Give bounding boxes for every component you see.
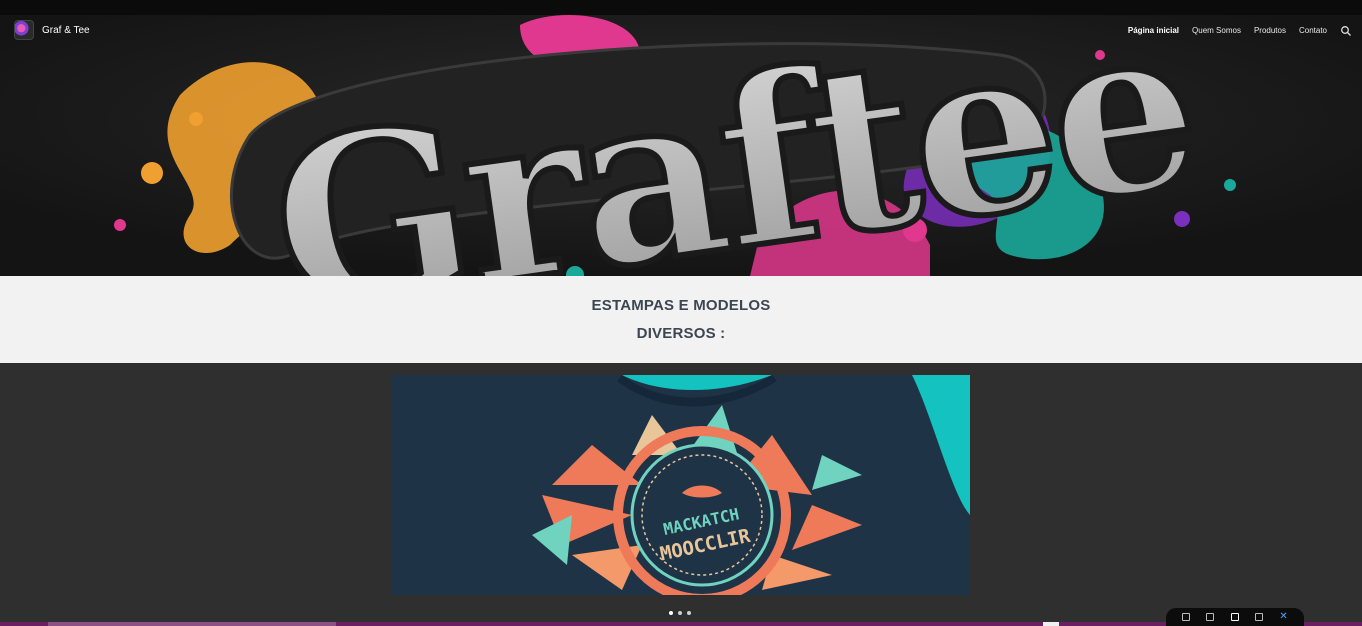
carousel-dot[interactable] bbox=[678, 611, 682, 615]
nav-item-produtos[interactable]: Produtos bbox=[1254, 26, 1286, 35]
section-title-line-1: ESTAMPAS E MODELOS bbox=[591, 297, 771, 314]
bottom-bar bbox=[0, 622, 1362, 626]
bottom-bar-segment bbox=[48, 622, 336, 626]
device-preview-toolbar: ✕ bbox=[1166, 608, 1304, 626]
bottom-bar-marker bbox=[1043, 622, 1059, 626]
section-title-band: ESTAMPAS E MODELOS DIVERSOS : bbox=[0, 276, 1362, 363]
nav-item-contato[interactable]: Contato bbox=[1299, 26, 1327, 35]
carousel-dots bbox=[669, 611, 691, 615]
gallery-slide[interactable]: MACKATCH MOOCCLIR bbox=[392, 375, 970, 595]
carousel-dot[interactable] bbox=[669, 611, 673, 615]
browser-top-strip bbox=[0, 0, 1362, 15]
close-icon[interactable]: ✕ bbox=[1279, 612, 1287, 622]
main-nav: Página inicial Quem Somos Produtos Conta… bbox=[1128, 24, 1352, 36]
nav-item-pagina-inicial[interactable]: Página inicial bbox=[1128, 26, 1179, 35]
nav-item-quem-somos[interactable]: Quem Somos bbox=[1192, 26, 1241, 35]
brand-name[interactable]: Graf & Tee bbox=[42, 25, 90, 36]
section-title-line-2: DIVERSOS : bbox=[636, 325, 726, 342]
search-icon[interactable] bbox=[1340, 24, 1352, 36]
mobile-view-icon[interactable] bbox=[1182, 613, 1191, 621]
brand-logo[interactable] bbox=[14, 20, 34, 40]
carousel-dot[interactable] bbox=[687, 611, 691, 615]
tablet-view-icon[interactable] bbox=[1206, 613, 1215, 621]
desktop-view-icon[interactable] bbox=[1230, 613, 1239, 621]
hero-graphic: Graftee bbox=[0, 15, 1362, 276]
site-header: Graf & Tee Página inicial Quem Somos Pro… bbox=[0, 15, 1362, 45]
hero-banner: Graftee bbox=[0, 15, 1362, 276]
tshirt-image: MACKATCH MOOCCLIR bbox=[392, 375, 970, 595]
gallery-section: MACKATCH MOOCCLIR bbox=[0, 363, 1362, 626]
brand[interactable]: Graf & Tee bbox=[14, 20, 90, 40]
fullscreen-icon[interactable] bbox=[1255, 613, 1264, 621]
